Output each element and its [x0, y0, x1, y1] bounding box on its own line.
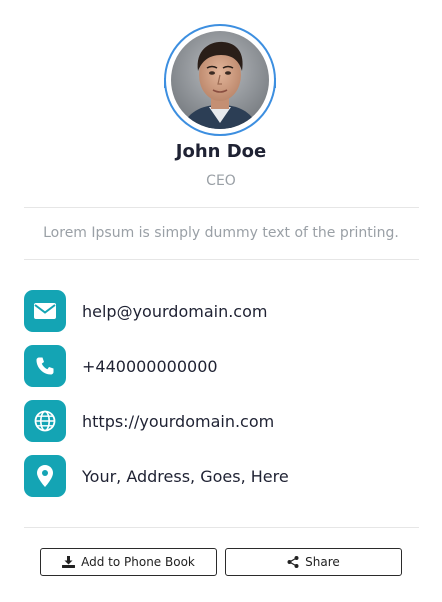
- divider: [24, 259, 419, 260]
- download-icon: [62, 556, 76, 568]
- contact-website[interactable]: https://yourdomain.com: [82, 412, 274, 431]
- person-photo-icon: [171, 31, 269, 129]
- profile-bio: Lorem Ipsum is simply dummy text of the …: [43, 225, 399, 241]
- contact-address-row[interactable]: Your, Address, Goes, Here: [24, 455, 419, 497]
- avatar-ring-tick: [274, 78, 276, 88]
- avatar-ring-tick: [164, 78, 166, 88]
- add-to-phone-book-label: Add to Phone Book: [81, 555, 195, 569]
- share-label: Share: [305, 555, 340, 569]
- email-icon: [24, 290, 66, 332]
- share-button[interactable]: Share: [225, 548, 402, 576]
- globe-icon: [24, 400, 66, 442]
- location-pin-icon: [24, 455, 66, 497]
- contact-website-row[interactable]: https://yourdomain.com: [24, 400, 419, 442]
- add-to-phone-book-button[interactable]: Add to Phone Book: [40, 548, 217, 576]
- avatar: [164, 24, 276, 136]
- contact-phone[interactable]: +440000000000: [82, 357, 218, 376]
- profile-card: John Doe CEO Lorem Ipsum is simply dummy…: [0, 0, 442, 602]
- contact-phone-row[interactable]: +440000000000: [24, 345, 419, 387]
- divider: [24, 527, 419, 528]
- profile-role: CEO: [206, 173, 236, 189]
- share-icon: [287, 556, 299, 568]
- phone-icon: [24, 345, 66, 387]
- contact-email[interactable]: help@yourdomain.com: [82, 302, 267, 321]
- contact-email-row[interactable]: help@yourdomain.com: [24, 290, 419, 332]
- profile-name: John Doe: [175, 141, 267, 162]
- divider: [24, 207, 419, 208]
- contact-address[interactable]: Your, Address, Goes, Here: [82, 467, 289, 486]
- avatar-photo: [171, 31, 269, 129]
